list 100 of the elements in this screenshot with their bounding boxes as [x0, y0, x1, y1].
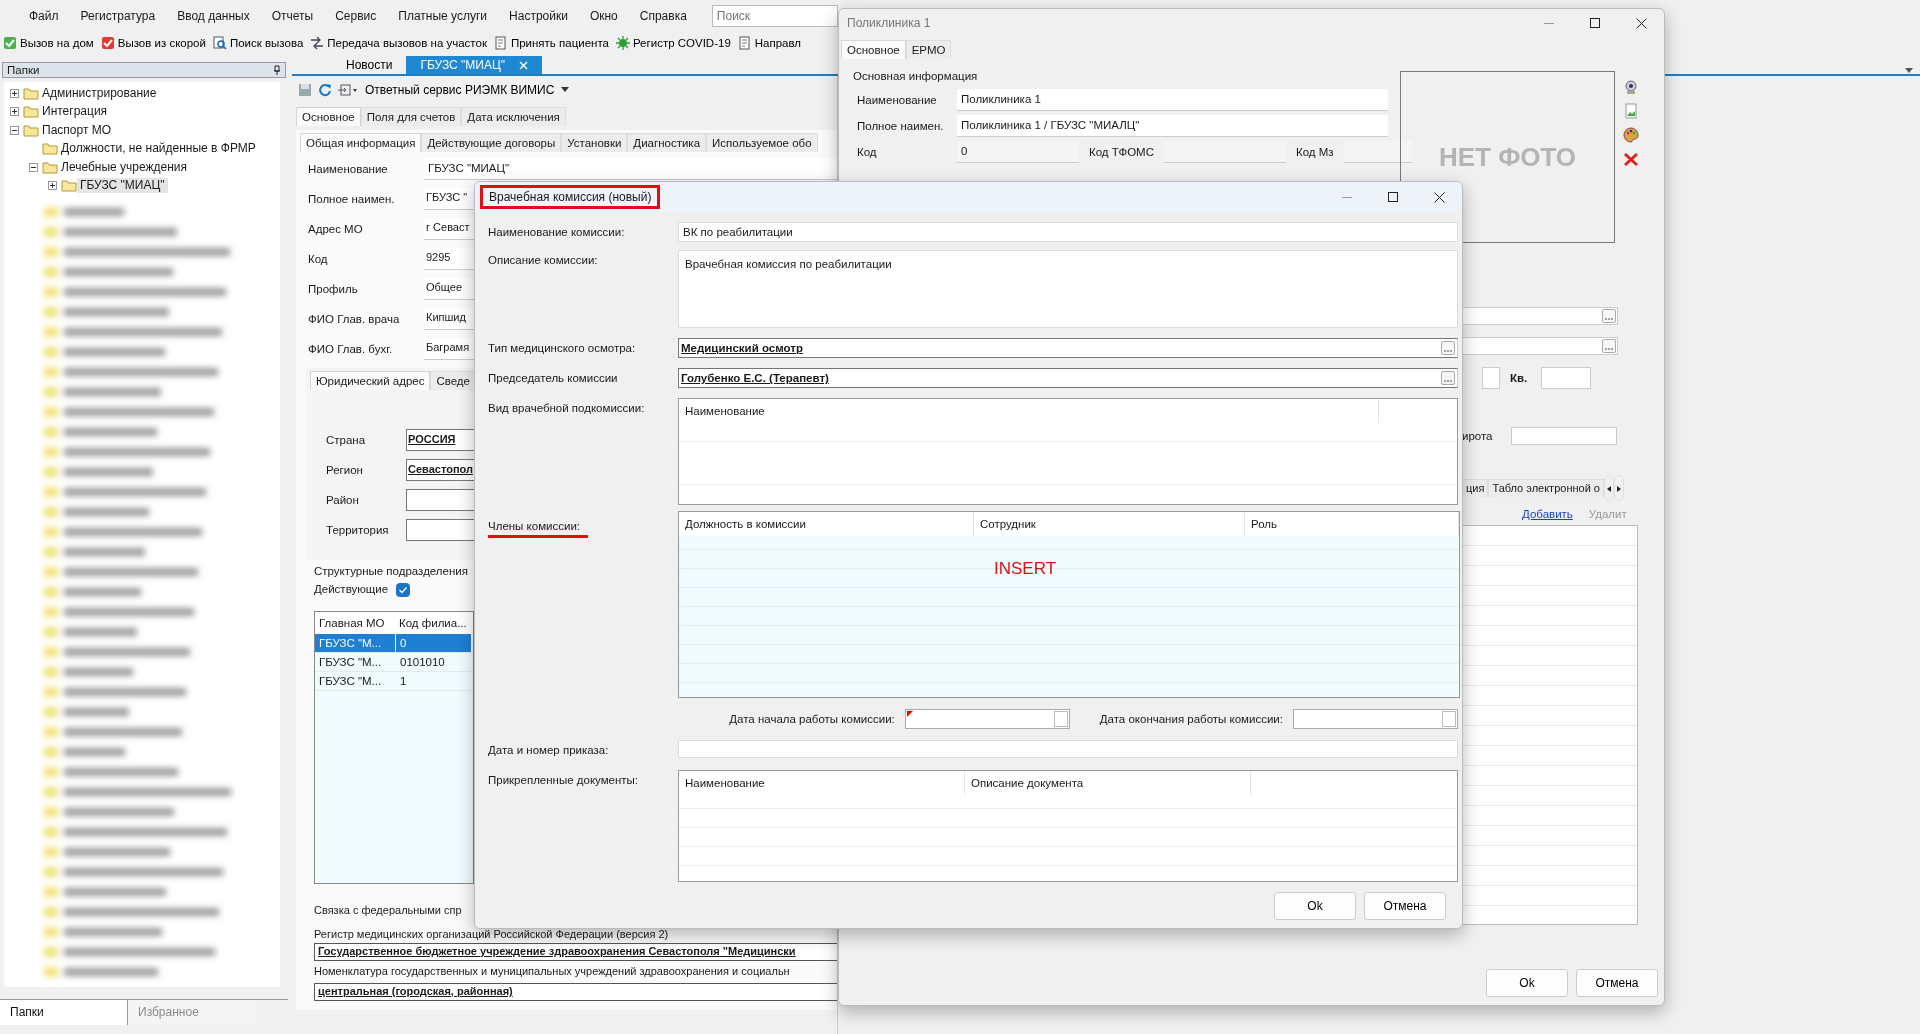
input-field[interactable]: центральная (городская, районная)	[314, 983, 837, 1001]
menu-item[interactable]: Регистратура	[69, 8, 167, 24]
input-field[interactable]: 9295	[424, 248, 474, 270]
tab[interactable]: Поля для счетов	[360, 106, 462, 126]
input-field[interactable]: Голубенко Е.С. (Терапевт)	[678, 368, 1458, 389]
dialog-button[interactable]: Ok	[1486, 969, 1568, 997]
column-header[interactable]: Наименование	[679, 771, 965, 796]
ellipsis-button[interactable]	[1602, 309, 1616, 323]
ellipsis-button[interactable]	[1441, 371, 1455, 386]
toolbar-button[interactable]: Вызов из скорой	[99, 35, 212, 51]
tab[interactable]: Общая информация	[300, 132, 422, 152]
toolbar-button[interactable]: Принять пациента	[492, 35, 615, 51]
collapse-icon[interactable]	[10, 125, 19, 135]
input-field[interactable]	[406, 489, 474, 511]
column-header[interactable]: Код филиа...	[395, 615, 471, 630]
tab[interactable]: Табло электронной о	[1488, 478, 1604, 498]
table-cell[interactable]: ГБУЗС "М...	[315, 654, 395, 669]
close-icon[interactable]	[519, 60, 529, 70]
tab[interactable]: ЕРМО	[905, 39, 952, 59]
tab[interactable]: ция	[1462, 478, 1489, 498]
panel-tab[interactable]: Папки	[0, 1000, 128, 1025]
tree-item[interactable]: Паспорт МО	[39, 122, 115, 138]
input-field[interactable]: Кипшид	[424, 308, 474, 330]
menu-item[interactable]: Платные услуги	[387, 8, 499, 24]
input-field[interactable]	[1163, 141, 1286, 164]
tab[interactable]: Основное	[296, 106, 361, 126]
date-field[interactable]	[1293, 709, 1458, 730]
input-field[interactable]: Общее	[424, 278, 474, 300]
input-field[interactable]: Государственное бюджетное учреждение здравоохранения Севастополя "Медицински	[314, 943, 837, 962]
column-header[interactable]: Роль	[1245, 512, 1459, 537]
dialog-button[interactable]: Ok	[1274, 892, 1356, 921]
tab[interactable]: Сведе	[430, 370, 476, 390]
tab[interactable]: Используемое обо	[706, 132, 818, 152]
toolbar-button[interactable]: Направл	[736, 35, 808, 51]
menu-item[interactable]: Отчеты	[260, 8, 325, 24]
column-header[interactable]: Описание документа	[965, 771, 1251, 796]
expand-icon[interactable]	[48, 181, 57, 191]
input-field[interactable]	[1510, 427, 1617, 445]
menu-item[interactable]: Настройки	[498, 8, 579, 24]
input-field[interactable]	[1462, 307, 1618, 325]
column-header[interactable]: Сотрудник	[974, 512, 1245, 537]
table-cell[interactable]: ГБУЗС "М...	[315, 673, 395, 688]
toolbar-button[interactable]: Регистр COVID-19	[614, 35, 737, 51]
table-cell[interactable]: 1	[396, 673, 471, 688]
ellipsis-button[interactable]	[1602, 339, 1616, 353]
text-area[interactable]: Врачебная комиссия по реабилитации	[678, 250, 1458, 329]
menu-item[interactable]: Справка	[628, 8, 698, 24]
input-field[interactable]: 0	[957, 141, 1079, 164]
input-field[interactable]	[1343, 141, 1412, 164]
tree-item[interactable]: Администрирование	[39, 85, 160, 101]
search-field[interactable]: Поиск	[711, 5, 838, 27]
table-cell[interactable]: 0101010	[396, 654, 471, 669]
service-menu[interactable]: Ответный сервис РИЭМК ВИМИС	[364, 82, 576, 98]
ellipsis-button[interactable]	[1441, 341, 1455, 356]
tree-item[interactable]: ГБУЗС "МИАЦ"	[77, 178, 168, 194]
tree-item[interactable]: Должности, не найденные в ФРМР	[58, 141, 259, 157]
input-field[interactable]: ВК по реабилитации	[678, 222, 1458, 243]
tab[interactable]: Диагностика	[627, 132, 707, 152]
document-tab[interactable]: Новости	[332, 56, 407, 74]
input-field[interactable]: Медицинский осмотр	[678, 338, 1458, 359]
expand-icon[interactable]	[10, 107, 19, 117]
menu-item[interactable]: Файл	[18, 8, 70, 24]
column-header[interactable]: Главная МО	[315, 615, 395, 630]
menu-item[interactable]: Ввод данных	[166, 8, 261, 24]
input-field[interactable]	[1462, 337, 1618, 355]
tab[interactable]: Дата исключения	[461, 106, 566, 126]
toolbar-button[interactable]: Вызов на дом	[2, 35, 100, 51]
menu-item[interactable]: Сервис	[324, 8, 388, 24]
tab[interactable]: Юридический адрес	[310, 370, 431, 390]
input-field[interactable]: Севастопол	[406, 459, 474, 481]
input-field[interactable]	[406, 519, 474, 541]
input-field[interactable]	[1482, 367, 1500, 389]
date-picker-button[interactable]	[1442, 711, 1456, 728]
toolbar-button[interactable]: Передача вызовов на участок	[309, 35, 493, 51]
add-link[interactable]: Добавить	[1522, 507, 1573, 522]
input-field[interactable]	[1541, 367, 1592, 389]
toolbar-button[interactable]: Поиск вызова	[211, 35, 310, 51]
input-field[interactable]: РОССИЯ	[406, 429, 474, 451]
collapse-icon[interactable]	[29, 162, 38, 172]
expand-icon[interactable]	[10, 88, 19, 98]
date-field[interactable]	[904, 709, 1070, 730]
dialog-button[interactable]: Отмена	[1576, 969, 1658, 997]
document-tab[interactable]: ГБУЗС "МИАЦ"	[406, 56, 543, 74]
input-field[interactable]: Поликлиника 1 / ГБУЗС "МИАЛЦ"	[957, 115, 1388, 138]
tab[interactable]: Основное	[841, 39, 906, 59]
input-field[interactable]: Баграмя	[424, 338, 474, 360]
tree-item[interactable]: Интеграция	[39, 104, 111, 120]
date-picker-button[interactable]	[1053, 711, 1068, 728]
input-field[interactable]: ГБУЗС "МИАЦ"	[424, 158, 837, 180]
tab[interactable]: Действующие договоры	[421, 132, 562, 152]
dialog-button[interactable]: Отмена	[1364, 892, 1446, 921]
column-header[interactable]: Должность в комиссии	[679, 512, 974, 537]
menu-item[interactable]: Окно	[578, 8, 629, 24]
input-field[interactable]: г Севаст	[424, 218, 474, 240]
checked-checkbox[interactable]	[396, 582, 411, 597]
input-field[interactable]: ГБУЗС "	[424, 188, 474, 210]
input-field[interactable]: Поликлиника 1	[957, 89, 1388, 112]
tab[interactable]: Установки	[561, 132, 628, 152]
tree-item[interactable]: Лечебные учреждения	[58, 159, 191, 175]
folder-icon	[23, 123, 39, 137]
